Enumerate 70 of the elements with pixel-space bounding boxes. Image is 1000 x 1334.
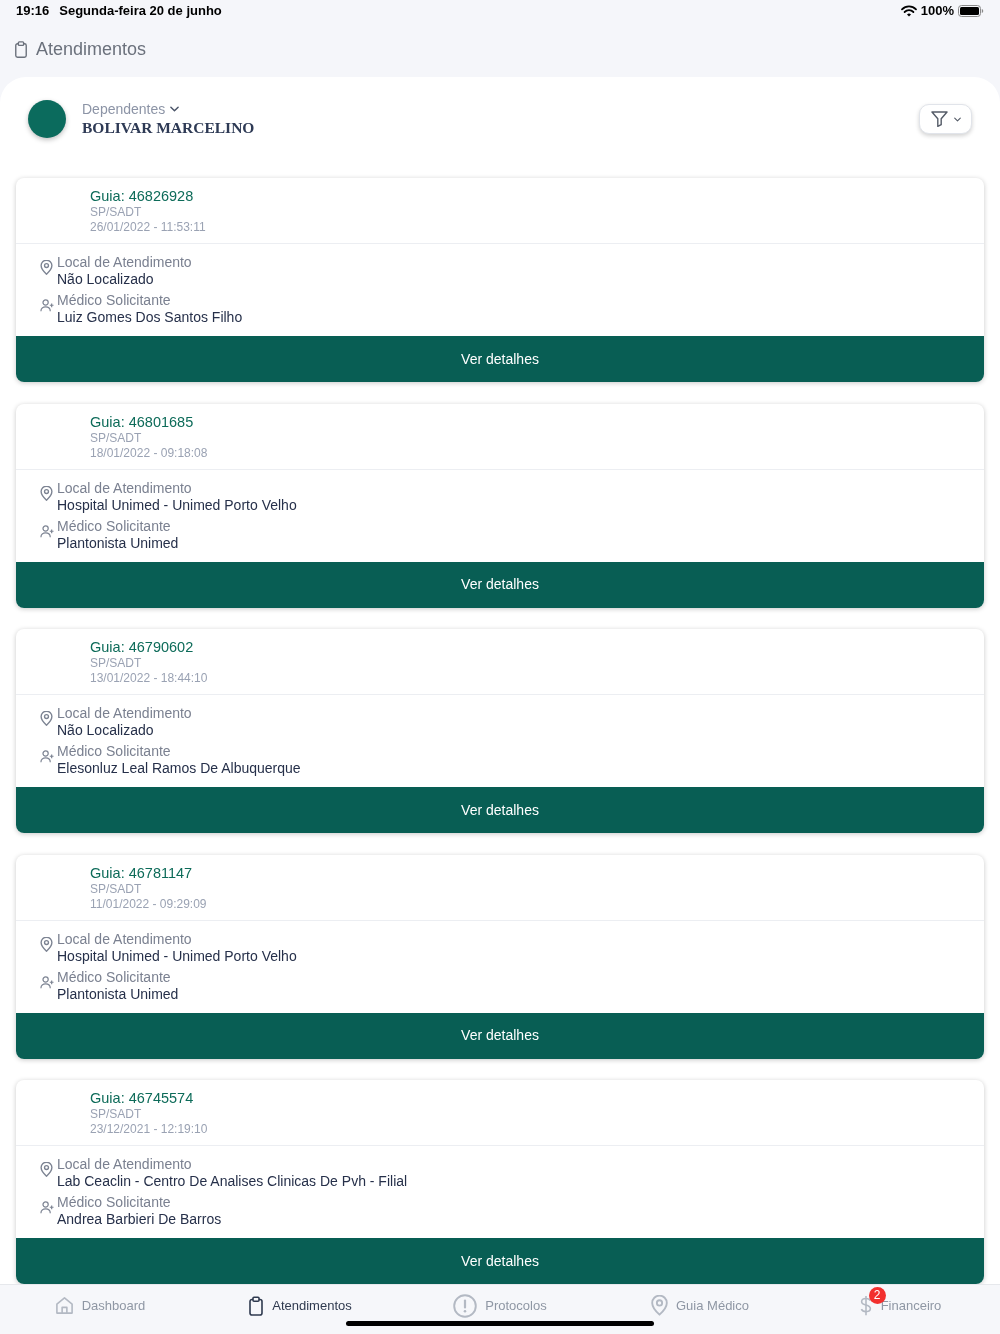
field-value: Luiz Gomes Dos Santos Filho	[57, 309, 243, 326]
details-button[interactable]: Ver detalhes	[16, 561, 984, 608]
field-value: Elesonluz Leal Ramos De Albuquerque	[57, 760, 301, 777]
map-pin-icon	[40, 485, 53, 501]
field-value: Hospital Unimed - Unimed Porto Velho	[57, 496, 297, 514]
avatar	[28, 100, 66, 138]
filter-button[interactable]	[919, 104, 972, 134]
field-value: Plantonista Unimed	[57, 985, 179, 1003]
field-value: Hospital Unimed - Unimed Porto Velho	[57, 947, 297, 965]
alert-circle-icon	[453, 1293, 478, 1318]
field-label: Médico Solicitante	[57, 517, 171, 535]
guide-datetime: 18/01/2022 - 09:18:08	[90, 445, 208, 461]
field-label: Médico Solicitante	[57, 968, 171, 986]
guide-number: Guia: 46745574	[90, 1089, 194, 1107]
status-date: Segunda-feira 20 de junho	[59, 2, 222, 21]
tab-bar-item[interactable]: 2 Financeiro	[800, 1285, 1000, 1334]
user-plus-icon	[40, 524, 54, 538]
user-name: BOLIVAR MARCELINO	[82, 117, 255, 138]
user-plus-icon	[40, 975, 54, 989]
clipboard-icon	[248, 1295, 265, 1316]
details-button[interactable]: Ver detalhes	[16, 336, 984, 382]
field-value: Não Localizado	[57, 271, 154, 288]
map-pin-icon	[40, 1162, 53, 1178]
field-value: Lab Ceaclin - Centro De Analises Clinicas De Pvh - Filial	[57, 1173, 408, 1190]
field-label: Local de Atendimento	[57, 930, 192, 948]
battery-percentage: 100%	[920, 2, 954, 21]
field-label: Médico Solicitante	[57, 743, 171, 760]
details-button[interactable]: Ver detalhes	[16, 1238, 984, 1284]
map-pin-icon	[651, 1295, 668, 1316]
guide-type: SP/SADT	[90, 1107, 142, 1122]
details-button[interactable]: Ver detalhes	[16, 787, 984, 833]
guide-number: Guia: 46781147	[90, 863, 193, 882]
tab-bar-item[interactable]: Atendimentos	[200, 1285, 400, 1334]
guide-datetime: 23/12/2021 - 12:19:10	[90, 1122, 208, 1137]
map-pin-icon	[40, 936, 53, 952]
field-value: Andrea Barbieri De Barros	[57, 1211, 222, 1228]
guide-type: SP/SADT	[90, 205, 142, 220]
field-label: Local de Atendimento	[57, 1156, 192, 1173]
home-icon	[54, 1296, 74, 1315]
guide-type: SP/SADT	[90, 881, 142, 897]
wifi-icon	[900, 5, 917, 17]
guide-number: Guia: 46790602	[90, 638, 194, 656]
field-label: Médico Solicitante	[57, 1194, 171, 1211]
guide-number: Guia: 46826928	[90, 187, 194, 205]
dollar-icon	[858, 1295, 873, 1316]
field-label: Médico Solicitante	[57, 292, 171, 309]
field-value: Não Localizado	[57, 722, 154, 739]
field-label: Local de Atendimento	[57, 705, 192, 722]
guide-type: SP/SADT	[90, 430, 142, 446]
field-label: Local de Atendimento	[57, 479, 192, 497]
guide-datetime: 13/01/2022 - 18:44:10	[90, 671, 208, 686]
map-pin-icon	[40, 260, 53, 276]
chevron-down-icon	[170, 106, 180, 112]
guide-type: SP/SADT	[90, 656, 142, 671]
map-pin-icon	[40, 711, 53, 727]
status-time: 19:16	[16, 2, 50, 21]
field-label: Local de Atendimento	[57, 254, 192, 271]
guide-datetime: 26/01/2022 - 11:53:11	[90, 220, 206, 235]
clipboard-icon	[14, 41, 28, 58]
user-plus-icon	[40, 299, 54, 313]
user-plus-icon	[40, 750, 54, 764]
chevron-down-icon	[953, 116, 961, 122]
guide-datetime: 11/01/2022 - 09:29:09	[90, 896, 207, 912]
field-value: Plantonista Unimed	[57, 534, 179, 552]
filter-icon	[930, 111, 948, 127]
battery-icon	[958, 5, 984, 17]
user-plus-icon	[40, 1201, 54, 1215]
details-button[interactable]: Ver detalhes	[16, 1012, 984, 1059]
guide-number: Guia: 46801685	[90, 412, 194, 431]
page-title: Atendimentos	[36, 38, 147, 61]
